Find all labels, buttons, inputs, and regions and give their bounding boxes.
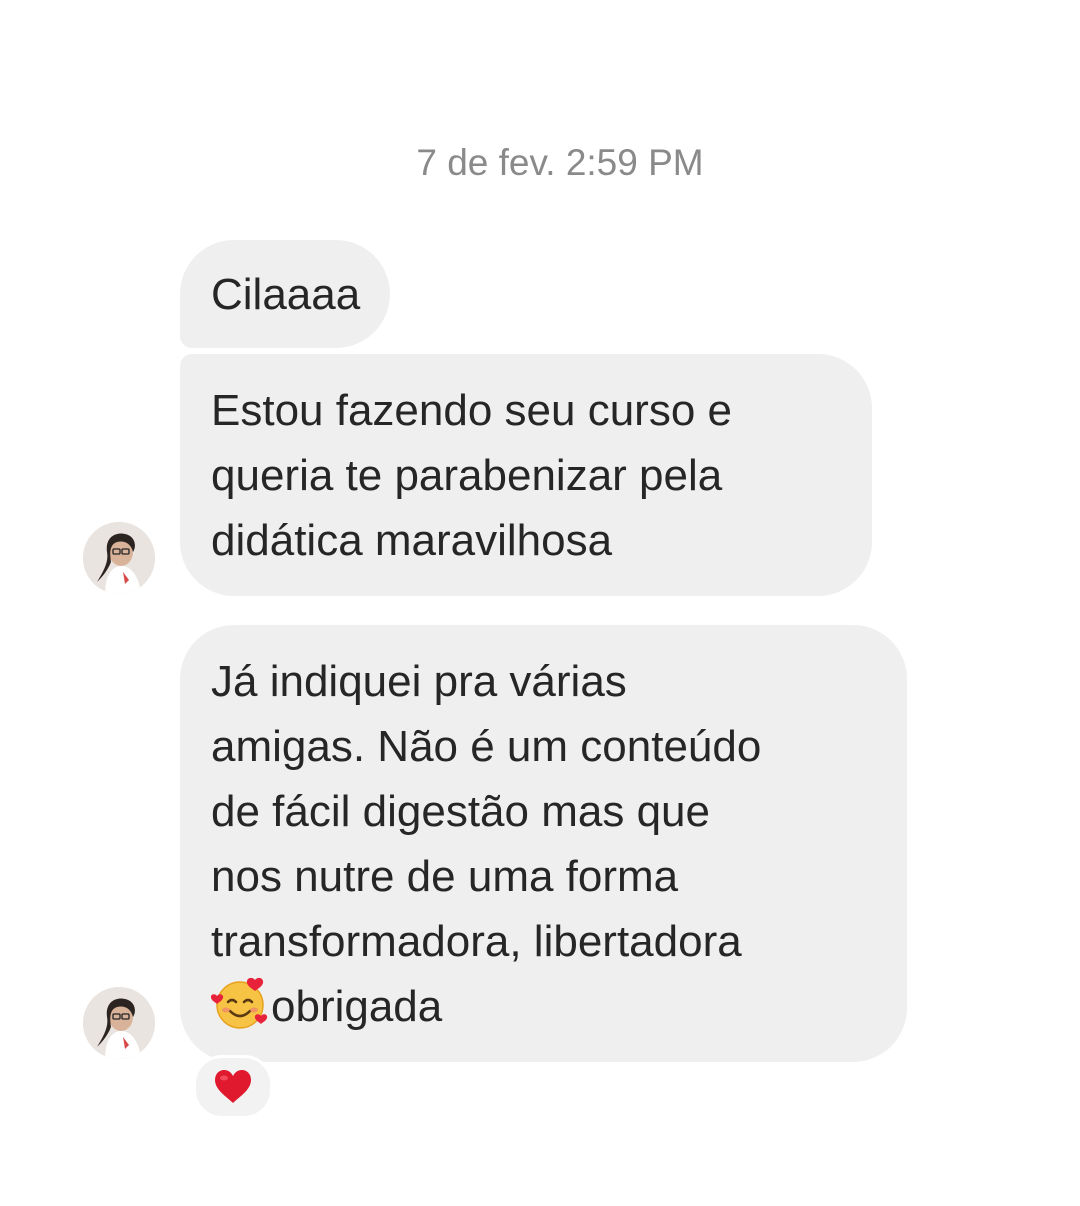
message-text: transformadora, libertadora [211, 917, 742, 966]
message-text: amigas. Não é um conteúdo [211, 722, 762, 771]
smiling-face-with-hearts-icon [210, 976, 269, 1048]
sender-avatar[interactable] [83, 522, 155, 594]
message-text: Já indiquei pra várias [211, 657, 627, 706]
message-text: de fácil digestão mas que [211, 787, 710, 836]
message-text: obrigada [271, 982, 443, 1031]
avatar-photo [83, 987, 155, 1059]
chat-timestamp: 7 de fev. 2:59 PM [416, 142, 704, 183]
message-last-line: obrigada [210, 974, 877, 1048]
avatar-photo [83, 522, 155, 594]
sender-avatar[interactable] [83, 987, 155, 1059]
message-text: nos nutre de uma forma [211, 852, 679, 901]
message-bubble[interactable]: Cilaaaa [180, 240, 391, 348]
message-reaction[interactable] [193, 1055, 273, 1119]
message-bubble[interactable]: Estou fazendo seu curso e queria te para… [180, 354, 872, 596]
message-text: queria te parabenizar pela [211, 451, 723, 500]
message-text: didática maravilhosa [211, 516, 613, 565]
heart-icon [215, 1070, 251, 1103]
message-text: Cilaaaa [211, 270, 361, 319]
message-text: Estou fazendo seu curso e [211, 386, 732, 435]
message-bubble[interactable]: Já indiquei pra várias amigas. Não é um … [180, 625, 907, 1062]
